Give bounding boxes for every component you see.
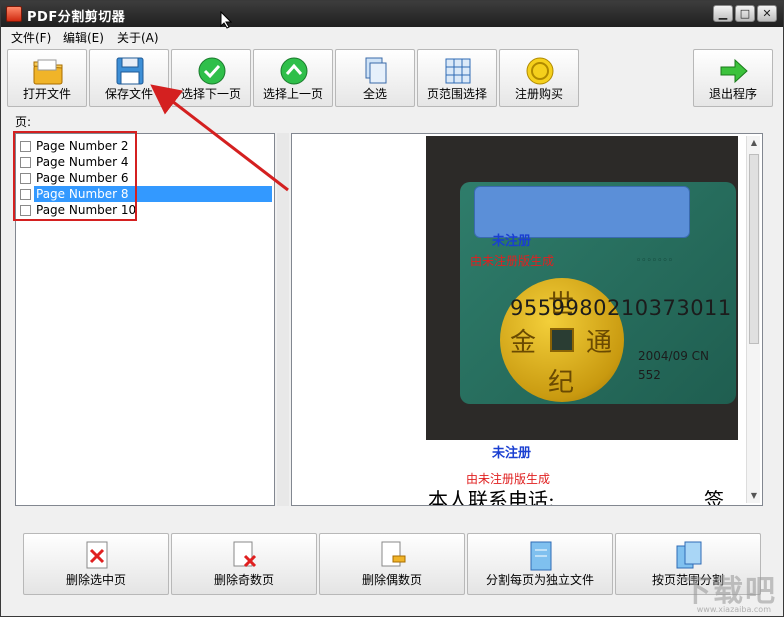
bank-card-image: ◦◦◦◦◦◦◦ 世 金 通 纪 9559980210373011 2004/09…: [460, 182, 736, 404]
delete-selected-label: 删除选中页: [65, 573, 126, 587]
grid-icon: [445, 58, 471, 84]
card-code: 552: [638, 368, 661, 382]
toolbar: 打开文件 保存文件 选择下一页 选择上一页 全选 页范围选择 注册购买 退出程序: [1, 47, 783, 109]
sign-text: 签: [704, 488, 724, 506]
open-file-button[interactable]: 打开文件: [7, 49, 87, 107]
range-select-button[interactable]: 页范围选择: [417, 49, 497, 107]
pages-label: 页:: [15, 115, 32, 129]
select-next-label: 选择下一页: [180, 87, 241, 101]
select-all-label: 全选: [362, 87, 387, 101]
panel-splitter[interactable]: [277, 133, 289, 506]
select-next-button[interactable]: 选择下一页: [171, 49, 251, 107]
save-file-label: 保存文件: [104, 87, 153, 101]
trial-watermark-overlay: 由未注册版生成: [470, 254, 555, 268]
preview-photo: ◦◦◦◦◦◦◦ 世 金 通 纪 9559980210373011 2004/09…: [426, 136, 738, 440]
coin-char: 金: [510, 328, 537, 358]
folder-icon: [33, 59, 63, 85]
close-button[interactable]: ✕: [757, 5, 777, 22]
register-label: 注册购买: [514, 87, 563, 101]
delete-page-icon: [86, 541, 108, 569]
exit-button[interactable]: 退出程序: [693, 49, 773, 107]
site-watermark-url: www.xiazaiba.com: [696, 605, 771, 614]
menu-edit[interactable]: 编辑(E): [63, 29, 104, 46]
down-check-icon: [198, 57, 226, 85]
site-watermark-logo: 下载吧: [681, 574, 777, 609]
select-prev-label: 选择上一页: [262, 87, 323, 101]
scroll-thumb[interactable]: [749, 154, 759, 344]
mouse-cursor-icon: [220, 11, 232, 29]
up-arrow-icon: [280, 57, 308, 85]
minimize-button[interactable]: ▁: [713, 5, 733, 22]
save-file-button[interactable]: 保存文件: [89, 49, 169, 107]
maximize-button[interactable]: □: [735, 5, 755, 22]
menu-bar: 文件(F) 编辑(E) 关于(A): [1, 27, 783, 47]
window-title: PDF分割剪切器: [27, 10, 126, 25]
coin-char: 纪: [548, 368, 575, 398]
delete-even-label: 删除偶数页: [361, 573, 422, 587]
contact-text: 本人联系电话:: [428, 488, 555, 506]
app-logo-icon: [6, 6, 22, 22]
menu-file[interactable]: 文件(F): [11, 29, 51, 46]
select-prev-button[interactable]: 选择上一页: [253, 49, 333, 107]
title-bar[interactable]: PDF分割剪切器 ▁ □ ✕: [1, 1, 783, 27]
unregistered-watermark: 未注册: [492, 234, 532, 249]
coin-icon: [526, 57, 554, 85]
scroll-up-icon[interactable]: ▲: [747, 136, 761, 150]
scroll-down-icon[interactable]: ▼: [747, 489, 761, 503]
card-small-text: ◦◦◦◦◦◦◦: [636, 256, 674, 266]
pages-icon: [365, 57, 387, 84]
split-each-label: 分割每页为独立文件: [485, 573, 594, 587]
delete-odd-button[interactable]: 删除奇数页: [171, 533, 317, 595]
delete-even-button[interactable]: 删除偶数页: [319, 533, 465, 595]
coin-hole: [550, 328, 574, 352]
bottom-actions: 删除选中页 删除奇数页 删除偶数页 分割每页为独立文件 按页范围分割: [1, 521, 783, 601]
preview-scrollbar[interactable]: ▲ ▼: [746, 136, 760, 503]
exit-label: 退出程序: [708, 87, 757, 101]
card-date: 2004/09 CN: [638, 349, 710, 363]
exit-arrow-icon: [720, 58, 748, 84]
annotation-highlight-box: [13, 131, 137, 221]
delete-selected-button[interactable]: 删除选中页: [23, 533, 169, 595]
app-window: PDF分割剪切器 ▁ □ ✕ 文件(F) 编辑(E) 关于(A) 打开文件 保存…: [0, 0, 784, 617]
delete-even-icon: [381, 541, 406, 567]
menu-about[interactable]: 关于(A): [117, 29, 159, 46]
unregistered-watermark-2: 未注册: [492, 446, 532, 461]
card-number: 9559980210373011: [510, 296, 732, 320]
coin-char: 通: [586, 328, 613, 358]
open-file-label: 打开文件: [22, 87, 71, 101]
register-button[interactable]: 注册购买: [499, 49, 579, 107]
split-each-button[interactable]: 分割每页为独立文件: [467, 533, 613, 595]
range-select-label: 页范围选择: [426, 87, 487, 101]
delete-odd-icon: [233, 541, 257, 568]
select-all-button[interactable]: 全选: [335, 49, 415, 107]
floppy-disk-icon: [116, 57, 144, 85]
page-preview: ◦◦◦◦◦◦◦ 世 金 通 纪 9559980210373011 2004/09…: [291, 133, 763, 506]
delete-odd-label: 删除奇数页: [213, 573, 274, 587]
split-page-icon: [530, 541, 552, 571]
